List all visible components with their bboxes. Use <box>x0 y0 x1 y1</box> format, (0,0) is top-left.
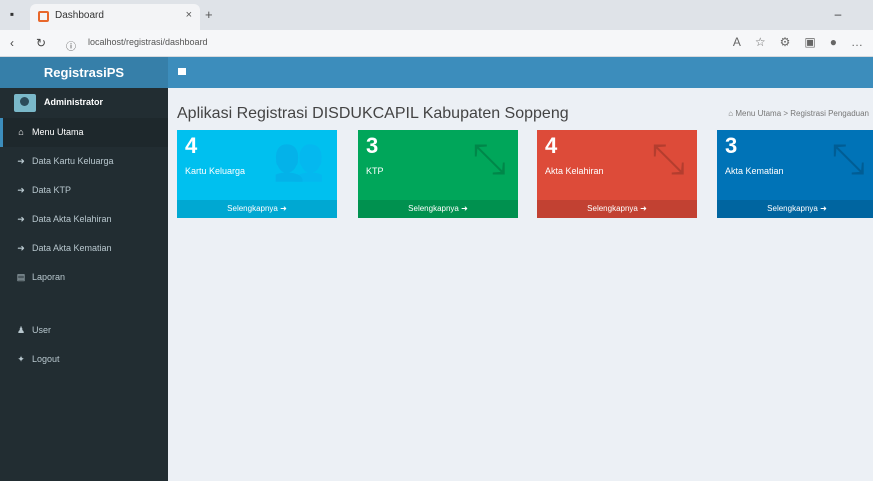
minimize-icon[interactable]: – <box>830 6 846 22</box>
sidebar-item-label: Data Akta Kematian <box>32 243 112 253</box>
more-info-link[interactable]: Selengkapnya ➜ <box>537 200 697 218</box>
stat-number: 3 <box>366 133 379 158</box>
url-field[interactable]: localhost/registrasi/dashboard <box>88 37 208 47</box>
sidebar-item-akta-kelahiran[interactable]: ➜ Data Akta Kelahiran <box>0 205 168 234</box>
stat-label: Akta Kematian <box>725 166 784 176</box>
stat-number: 3 <box>725 133 738 158</box>
more-info-link[interactable]: Selengkapnya ➜ <box>358 200 518 218</box>
sidebar-item-label: Laporan <box>32 272 66 282</box>
close-tab-icon[interactable]: × <box>186 9 192 21</box>
stat-label: Akta Kelahiran <box>545 166 604 176</box>
extensions-icon[interactable]: ⚙ <box>780 35 791 49</box>
more-icon[interactable]: … <box>851 35 863 49</box>
sidebar-item-label: Data KTP <box>32 185 72 195</box>
browser-tab[interactable]: Dashboard × <box>30 4 200 30</box>
user-icon: ♟ <box>16 325 26 335</box>
collections-icon[interactable]: ▣ <box>804 35 815 49</box>
brand-logo[interactable]: RegistrasiPS <box>0 57 168 88</box>
address-bar: ‹ ↻ ⓘ localhost/registrasi/dashboard A ☆… <box>0 30 873 57</box>
sidebar-item-label: Menu Utama <box>32 127 84 137</box>
arrow-icon: ➜ <box>17 185 25 195</box>
compress-icon: ⤡ <box>472 135 506 182</box>
site-info-icon[interactable]: ⓘ <box>66 38 76 53</box>
back-icon[interactable]: ‹ <box>10 36 14 50</box>
favorite-icon[interactable]: ☆ <box>755 35 766 49</box>
sidebar: RegistrasiPS Administrator ⌂ Menu Utama … <box>0 57 168 481</box>
sidebar-item-menu-utama[interactable]: ⌂ Menu Utama <box>0 118 168 147</box>
read-aloud-icon[interactable]: A <box>733 35 741 49</box>
user-name: Administrator <box>44 97 104 107</box>
stat-box-ktp: 3 KTP ⤡ Selengkapnya ➜ <box>358 130 518 218</box>
arrow-icon: ➜ <box>17 214 25 224</box>
new-tab-icon[interactable]: + <box>205 7 213 22</box>
breadcrumb: ⌂ Menu Utama > Registrasi Pengaduan <box>728 109 869 118</box>
sidebar-item-kartu-keluarga[interactable]: ➜ Data Kartu Keluarga <box>0 147 168 176</box>
window-menu-icon[interactable]: ▪ <box>4 6 20 22</box>
sidebar-item-laporan[interactable]: ▤ Laporan <box>0 263 168 292</box>
home-icon: ⌂ <box>18 127 24 137</box>
more-info-link[interactable]: Selengkapnya ➜ <box>177 200 337 218</box>
sidebar-item-label: Logout <box>32 354 60 364</box>
more-info-link[interactable]: Selengkapnya ➜ <box>717 200 873 218</box>
arrow-icon: ➜ <box>17 156 25 166</box>
favicon-icon <box>38 11 49 22</box>
arrow-icon: ➜ <box>17 243 25 253</box>
avatar <box>14 94 36 112</box>
app-window: RegistrasiPS Administrator ⌂ Menu Utama … <box>0 57 873 495</box>
sidebar-item-logout[interactable]: ✦ Logout <box>0 345 168 374</box>
sidebar-toggle-icon[interactable] <box>178 68 186 75</box>
stat-box-akta-kelahiran: 4 Akta Kelahiran ⤡ Selengkapnya ➜ <box>537 130 697 218</box>
stat-label: Kartu Keluarga <box>185 166 246 176</box>
sidebar-item-akta-kematian[interactable]: ➜ Data Akta Kematian <box>0 234 168 263</box>
logout-icon: ✦ <box>17 354 25 364</box>
sidebar-item-label: User <box>32 325 52 335</box>
report-icon: ▤ <box>16 272 26 282</box>
stat-number: 4 <box>185 133 198 158</box>
compress-icon: ⤡ <box>831 135 865 182</box>
tab-title: Dashboard <box>55 10 104 21</box>
stat-number: 4 <box>545 133 558 158</box>
breadcrumb-text[interactable]: Menu Utama > Registrasi Pengaduan <box>735 109 869 118</box>
main-content: Aplikasi Registrasi DISDUKCAPIL Kabupate… <box>168 88 873 481</box>
stat-box-akta-kematian: 3 Akta Kematian ⤡ Selengkapnya ➜ <box>717 130 873 218</box>
browser-toolbar: A ☆ ⚙ ▣ ● … <box>733 35 863 49</box>
users-icon: 👥 <box>272 135 325 182</box>
sidebar-item-label: Data Akta Kelahiran <box>32 214 112 224</box>
top-navbar <box>168 57 873 88</box>
stat-box-kartu-keluarga: 4 Kartu Keluarga 👥 Selengkapnya ➜ <box>177 130 337 218</box>
user-panel: Administrator <box>0 88 168 118</box>
sidebar-item-user[interactable]: ♟ User <box>0 316 168 345</box>
page-title: Aplikasi Registrasi DISDUKCAPIL Kabupate… <box>177 105 569 122</box>
browser-tab-bar: ▪ Dashboard × + – <box>0 0 873 30</box>
sidebar-item-ktp[interactable]: ➜ Data KTP <box>0 176 168 205</box>
compress-icon: ⤡ <box>651 135 685 182</box>
stat-label: KTP <box>366 166 384 176</box>
refresh-icon[interactable]: ↻ <box>36 36 46 50</box>
sidebar-item-label: Data Kartu Keluarga <box>32 156 114 166</box>
profile-icon[interactable]: ● <box>830 35 837 49</box>
